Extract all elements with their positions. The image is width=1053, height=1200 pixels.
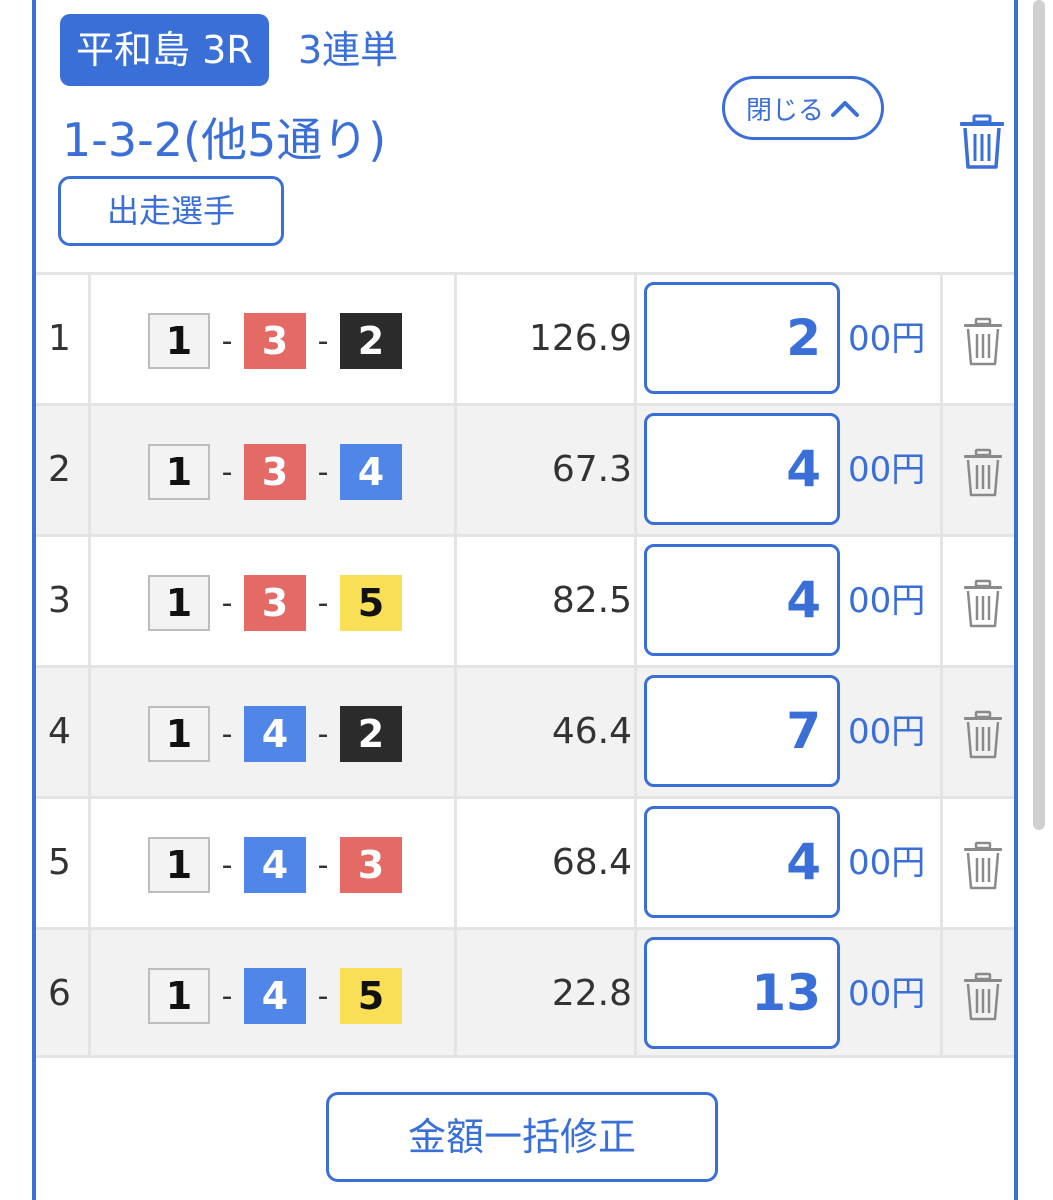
amount-unit: 00円 [848,712,926,752]
trash-icon[interactable] [962,579,1004,629]
third-place-number: 4 [340,444,402,500]
close-button[interactable]: 閉じる [722,76,884,140]
amount-input[interactable]: 2 [644,282,840,394]
first-place-number: 1 [148,575,210,631]
runners-button[interactable]: 出走選手 [58,176,284,246]
table-row: 5 1 - 4 - 3 68.4 4 00円 [36,796,1014,927]
first-place-number: 1 [148,968,210,1024]
third-place-number: 3 [340,837,402,893]
combination: 1 - 3 - 4 [148,444,402,500]
table-row: 3 1 - 3 - 5 82.5 4 00円 [36,534,1014,665]
third-place-number: 5 [340,575,402,631]
row-number: 1 [48,318,71,359]
combination: 1 - 3 - 5 [148,575,402,631]
dash-separator: - [317,454,329,490]
second-place-number: 3 [244,575,306,631]
table-row: 2 1 - 3 - 4 67.3 4 00円 [36,403,1014,534]
table-row: 4 1 - 4 - 2 46.4 7 00円 [36,665,1014,796]
second-place-number: 4 [244,837,306,893]
amount-unit: 00円 [848,581,926,621]
dash-separator: - [317,847,329,883]
trash-icon[interactable] [962,841,1004,891]
amount-input[interactable]: 13 [644,937,840,1049]
dash-separator: - [317,323,329,359]
third-place-number: 5 [340,968,402,1024]
odds-value: 67.3 [551,449,632,490]
second-place-number: 4 [244,706,306,762]
bulk-edit-button[interactable]: 金額一括修正 [326,1092,718,1182]
combination: 1 - 4 - 5 [148,968,402,1024]
amount-unit: 00円 [848,843,926,883]
combination: 1 - 4 - 2 [148,706,402,762]
row-number: 5 [48,842,71,883]
close-button-label: 閉じる [745,95,824,126]
odds-value: 126.9 [528,318,632,359]
row-number: 6 [48,973,71,1014]
amount-input[interactable]: 4 [644,413,840,525]
odds-value: 82.5 [551,580,632,621]
bet-table: 1 1 - 3 - 2 126.9 2 00円 2 1 - 3 - 4 67.3… [36,272,1014,1058]
trash-icon[interactable] [958,114,1006,170]
first-place-number: 1 [148,313,210,369]
trash-icon[interactable] [962,448,1004,498]
odds-value: 46.4 [551,711,632,752]
trash-icon[interactable] [962,317,1004,367]
second-place-number: 3 [244,313,306,369]
combination-summary: 1-3-2(他5通り) [62,113,387,167]
odds-value: 68.4 [551,842,632,883]
first-place-number: 1 [148,706,210,762]
dash-separator: - [317,716,329,752]
table-row: 6 1 - 4 - 5 22.8 13 00円 [36,927,1014,1058]
bet-card: 平和島 3R 3連単 1-3-2(他5通り) 出走選手 閉じる 1 1 - 3 … [32,0,1018,1200]
amount-input[interactable]: 7 [644,675,840,787]
second-place-number: 3 [244,444,306,500]
table-row: 1 1 - 3 - 2 126.9 2 00円 [36,272,1014,403]
third-place-number: 2 [340,313,402,369]
row-number: 3 [48,580,71,621]
scrollbar[interactable] [1033,0,1045,830]
dash-separator: - [221,585,233,621]
amount-unit: 00円 [848,319,926,359]
trash-icon[interactable] [962,972,1004,1022]
amount-input[interactable]: 4 [644,544,840,656]
third-place-number: 2 [340,706,402,762]
amount-input[interactable]: 4 [644,806,840,918]
combination: 1 - 4 - 3 [148,837,402,893]
dash-separator: - [317,585,329,621]
odds-value: 22.8 [551,973,632,1014]
dash-separator: - [221,716,233,752]
dash-separator: - [221,454,233,490]
dash-separator: - [221,978,233,1014]
chevron-up-icon [831,101,859,117]
race-badge: 平和島 3R [60,14,269,86]
row-number: 4 [48,711,71,752]
combination: 1 - 3 - 2 [148,313,402,369]
trash-icon[interactable] [962,710,1004,760]
amount-unit: 00円 [848,450,926,490]
first-place-number: 1 [148,444,210,500]
first-place-number: 1 [148,837,210,893]
row-number: 2 [48,449,71,490]
dash-separator: - [221,323,233,359]
bet-type-label: 3連単 [298,28,399,72]
second-place-number: 4 [244,968,306,1024]
dash-separator: - [317,978,329,1014]
dash-separator: - [221,847,233,883]
amount-unit: 00円 [848,974,926,1014]
